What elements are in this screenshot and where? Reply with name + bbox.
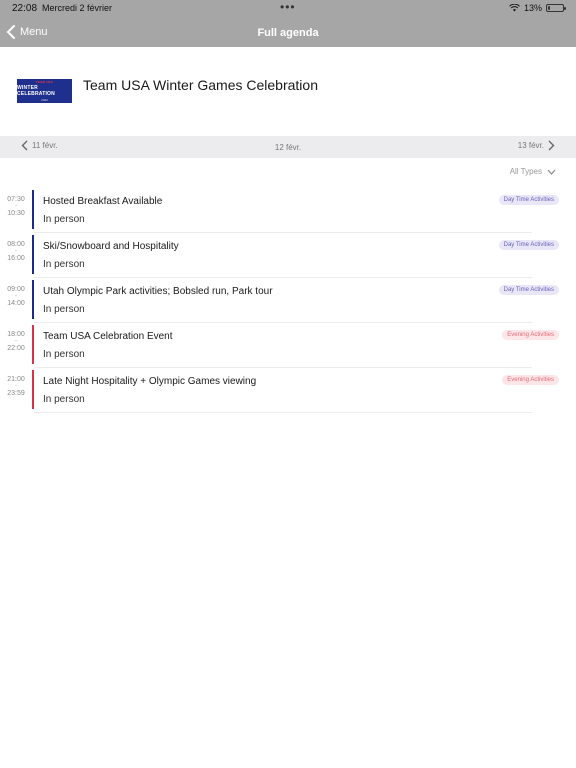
- event-title: Team USA Winter Games Celebration: [83, 77, 318, 93]
- session-start-time: 18:00: [7, 331, 25, 338]
- session-start-time: 09:00: [7, 286, 25, 293]
- page-title: Full agenda: [257, 27, 319, 39]
- session-title: Hosted Breakfast Available: [43, 196, 163, 207]
- top-bar: 22:08 Mercredi 2 février ••• 13% Menu Fu…: [0, 0, 576, 47]
- session-start-time: 08:00: [7, 241, 25, 248]
- session-times: 09:00 - 14:00: [7, 286, 25, 307]
- session-color-bar: [32, 325, 34, 364]
- session-type-badge: Day Time Activities: [498, 285, 559, 295]
- event-header: TEAM USA WINTER CELEBRATION 2022 Team US…: [0, 47, 576, 135]
- session-title: Utah Olympic Park activities; Bobsled ru…: [43, 286, 273, 297]
- session-row[interactable]: 08:00 - 16:00 Ski/Snowboard and Hospital…: [0, 233, 576, 278]
- session-end-time: 10:30: [7, 210, 25, 217]
- session-row[interactable]: 21:00 - 23:59 Late Night Hospitality + O…: [0, 368, 576, 413]
- wifi-icon: [509, 4, 520, 12]
- session-location: In person: [43, 349, 85, 360]
- session-title: Ski/Snowboard and Hospitality: [43, 241, 179, 252]
- session-type-badge: Day Time Activities: [498, 240, 559, 250]
- session-end-time: 14:00: [7, 300, 25, 307]
- type-filter-label: All Types: [509, 167, 542, 176]
- current-day-label: 12 févr.: [274, 143, 302, 152]
- session-location: In person: [43, 214, 85, 225]
- next-day-button[interactable]: 13 févr.: [518, 140, 555, 151]
- session-times: 08:00 - 16:00: [7, 241, 25, 262]
- session-location: In person: [43, 259, 85, 270]
- status-time: 22:08: [12, 3, 38, 14]
- status-date: Mercredi 2 février: [42, 3, 113, 13]
- session-color-bar: [32, 280, 34, 319]
- battery-percent: 13%: [523, 3, 542, 13]
- battery-icon: [546, 4, 566, 12]
- divider: [34, 412, 532, 413]
- session-title: Team USA Celebration Event: [43, 331, 173, 342]
- session-location: In person: [43, 304, 85, 315]
- multitasking-dots[interactable]: •••: [280, 0, 296, 14]
- session-end-time: 16:00: [7, 255, 25, 262]
- session-title: Late Night Hospitality + Olympic Games v…: [43, 376, 257, 387]
- next-day-label: 13 févr.: [517, 141, 544, 150]
- session-times: 07:30 - 10:30: [7, 196, 25, 217]
- session-row[interactable]: 07:30 - 10:30 Hosted Breakfast Available…: [0, 188, 576, 233]
- session-type-badge: Evening Activities: [502, 330, 559, 340]
- session-type-badge: Evening Activities: [502, 375, 559, 385]
- session-times: 21:00 - 23:59: [7, 376, 25, 397]
- session-times: 18:00 - 22:00: [7, 331, 25, 352]
- session-location: In person: [43, 394, 85, 405]
- session-end-time: 23:59: [7, 390, 25, 397]
- session-color-bar: [32, 235, 34, 274]
- session-start-time: 21:00: [7, 376, 25, 383]
- session-color-bar: [32, 370, 34, 409]
- session-start-time: 07:30: [7, 196, 25, 203]
- type-filter-dropdown[interactable]: All Types: [510, 167, 556, 176]
- session-end-time: 22:00: [7, 345, 25, 352]
- session-color-bar: [32, 190, 34, 229]
- session-row[interactable]: 18:00 - 22:00 Team USA Celebration Event…: [0, 323, 576, 368]
- chevron-right-icon: [548, 140, 555, 151]
- chevron-down-icon: [547, 169, 556, 175]
- date-navigation: 11 févr. 12 févr. 13 févr.: [0, 136, 576, 158]
- agenda-list: 07:30 - 10:30 Hosted Breakfast Available…: [0, 188, 576, 413]
- status-indicators: 13%: [509, 3, 566, 13]
- session-row[interactable]: 09:00 - 14:00 Utah Olympic Park activiti…: [0, 278, 576, 323]
- session-type-badge: Day Time Activities: [498, 195, 559, 205]
- event-logo: TEAM USA WINTER CELEBRATION 2022: [17, 79, 72, 103]
